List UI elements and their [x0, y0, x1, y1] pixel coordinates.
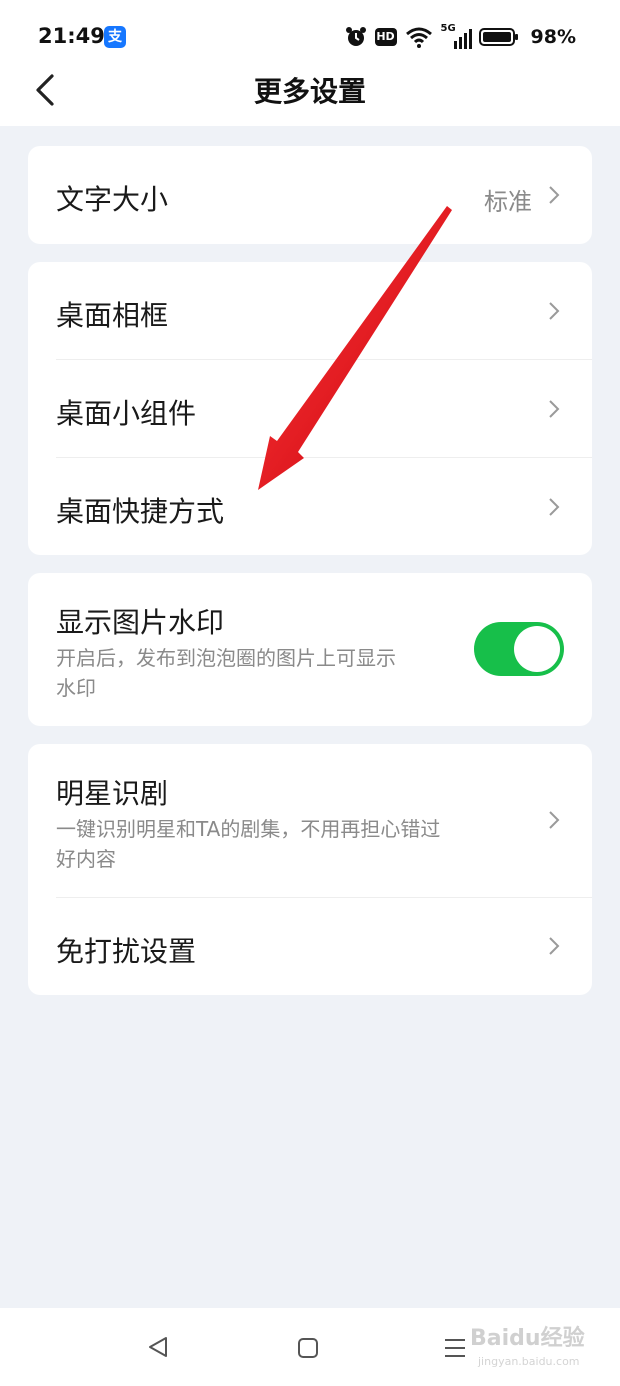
font-size-label: 文字大小	[56, 183, 169, 216]
star-recognition-desc-line1: 一键识别明星和TA的剧集，不用再担心错过	[56, 817, 441, 841]
status-bar: 21:49 支 HD 5G 98%	[0, 0, 620, 72]
font-size-row[interactable]: 文字大小 标准	[28, 146, 592, 244]
do-not-disturb-label: 免打扰设置	[56, 935, 197, 968]
desktop-frame-label: 桌面相框	[56, 299, 169, 332]
hd-icon: HD	[374, 28, 397, 46]
desktop-card: 桌面相框 桌面小组件 桌面快捷方式	[28, 262, 592, 555]
font-size-value: 标准	[484, 188, 532, 216]
font-size-card: 文字大小 标准	[28, 146, 592, 244]
watermark-toggle[interactable]	[474, 622, 564, 676]
nav-menu-icon[interactable]	[443, 1337, 467, 1359]
desktop-widget-label: 桌面小组件	[56, 397, 197, 430]
star-recognition-row[interactable]: 明星识剧 一键识别明星和TA的剧集，不用再担心错过 好内容	[28, 744, 592, 897]
nav-home-icon[interactable]	[297, 1337, 319, 1359]
star-recognition-desc-line2: 好内容	[56, 847, 116, 871]
baidu-watermark: Baidu经验	[470, 1326, 585, 1351]
chevron-right-icon	[549, 400, 560, 418]
status-time: 21:49	[38, 24, 105, 48]
do-not-disturb-row[interactable]: 免打扰设置	[28, 898, 592, 995]
desktop-shortcut-label: 桌面快捷方式	[56, 495, 225, 528]
desktop-shortcut-row[interactable]: 桌面快捷方式	[28, 458, 592, 555]
chevron-right-icon	[549, 498, 560, 516]
nav-back-icon[interactable]	[146, 1336, 170, 1358]
toggle-knob	[514, 626, 560, 672]
star-recognition-label: 明星识剧	[56, 777, 169, 810]
watermark-desc-line1: 开启后，发布到泡泡圈的图片上可显示	[56, 646, 396, 670]
wifi-icon	[405, 27, 432, 48]
alipay-app-icon: 支	[104, 26, 126, 48]
chevron-right-icon	[549, 186, 560, 204]
baidu-watermark-url: jingyan.baidu.com	[478, 1355, 580, 1368]
desktop-widget-row[interactable]: 桌面小组件	[28, 360, 592, 458]
chevron-right-icon	[549, 937, 560, 955]
chevron-right-icon	[549, 302, 560, 320]
watermark-desc-line2: 水印	[56, 676, 96, 700]
watermark-label: 显示图片水印	[56, 606, 225, 639]
misc-card: 明星识剧 一键识别明星和TA的剧集，不用再担心错过 好内容 免打扰设置	[28, 744, 592, 995]
battery-percent: 98%	[530, 26, 576, 48]
header: 更多设置	[0, 72, 620, 126]
status-icons: HD 5G 98%	[345, 22, 576, 52]
battery-icon	[478, 28, 518, 46]
alarm-icon	[345, 27, 366, 46]
signal-label: 5G	[440, 23, 456, 34]
page-title: 更多设置	[253, 75, 366, 108]
desktop-frame-row[interactable]: 桌面相框	[28, 262, 592, 360]
watermark-row: 显示图片水印 开启后，发布到泡泡圈的图片上可显示 水印	[28, 573, 592, 726]
watermark-card: 显示图片水印 开启后，发布到泡泡圈的图片上可显示 水印	[28, 573, 592, 726]
chevron-right-icon	[549, 811, 560, 829]
signal-icon: 5G	[440, 23, 472, 49]
